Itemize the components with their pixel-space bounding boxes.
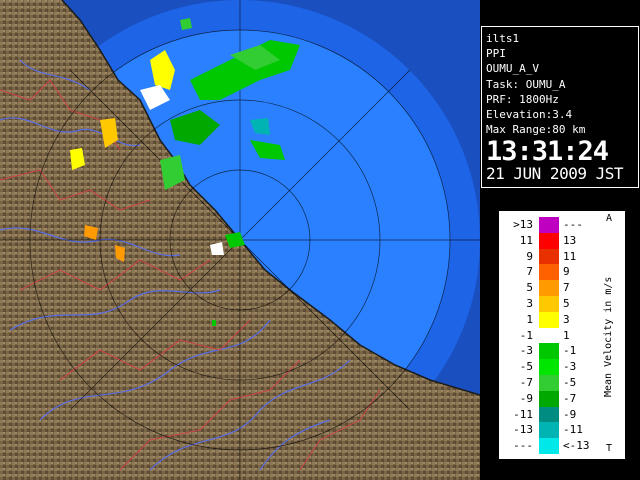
legend-top-mark: A (606, 213, 613, 224)
legend-upper-bound: 7 (563, 281, 570, 295)
legend-swatch (539, 343, 559, 360)
legend-upper-bound: -9 (563, 407, 577, 421)
radar-ppi-map[interactable] (0, 0, 480, 480)
legend-lower-bound: -5 (519, 360, 533, 374)
scan-info-panel: ilts1 PPI OUMU_A_V Task: OUMU_A PRF: 180… (481, 26, 639, 188)
legend-upper-bound: 5 (563, 297, 570, 310)
legend-swatch (539, 296, 559, 312)
legend-swatch (539, 327, 559, 344)
radar-map-canvas (0, 0, 480, 480)
legend-lower-bound: -1 (519, 328, 533, 342)
task-label: Task: OUMU_A (486, 77, 566, 91)
legend-upper-bound: -7 (563, 391, 577, 405)
legend-lower-bound: -9 (519, 391, 533, 405)
max-range-label: Max Range:80 km (486, 123, 586, 137)
legend-swatch (539, 248, 559, 265)
legend-upper-bound: 1 (563, 328, 570, 342)
legend-swatch (539, 280, 559, 296)
scan-time: 13:31:24 (486, 136, 609, 168)
legend-lower-bound: 3 (526, 297, 533, 310)
legend-lower-bound: --- (513, 439, 533, 453)
scan-date: 21 JUN 2009 JST (486, 164, 624, 184)
legend-swatch (539, 217, 559, 233)
velocity-legend: >13 --- 11 13 9 11 7 9 5 7 3 5 1 3 -1 1 -3 -1 -5 -3 -7 -5 -9 -7… (498, 210, 626, 460)
legend-swatch (539, 359, 559, 375)
legend-swatch (539, 406, 559, 423)
legend-upper-bound: 11 (563, 249, 577, 263)
legend-swatch (539, 438, 559, 454)
legend-swatch (539, 264, 559, 281)
legend-bottom-mark: T (606, 443, 613, 454)
host-label: ilts1 (486, 32, 520, 45)
legend-lower-bound: >13 (513, 218, 533, 231)
legend-lower-bound: 11 (519, 233, 533, 247)
legend-upper-bound: 13 (563, 233, 577, 247)
product-label: PPI (486, 47, 506, 61)
legend-upper-bound: -5 (563, 376, 577, 389)
legend-lower-bound: 9 (526, 249, 533, 263)
legend-lower-bound: 1 (526, 312, 533, 326)
prf-label: PRF: 1800Hz (486, 92, 559, 106)
elevation-label: Elevation:3.4 (486, 108, 573, 122)
legend-lower-bound: -11 (513, 407, 533, 421)
legend-upper-bound: <-13 (563, 439, 590, 453)
legend-lower-bound: -7 (519, 376, 533, 389)
legend-upper-bound: -1 (563, 344, 577, 358)
legend-lower-bound: -3 (519, 344, 533, 358)
legend-title: Mean Velocity in m/s (603, 276, 614, 397)
legend-swatch (539, 390, 559, 407)
legend-upper-bound: 3 (563, 312, 570, 326)
legend-lower-bound: 5 (526, 281, 533, 295)
legend-lower-bound: -13 (513, 423, 533, 437)
legend-upper-bound: 9 (563, 265, 570, 279)
legend-lower-bound: 7 (526, 265, 533, 279)
legend-upper-bound: --- (563, 218, 583, 231)
legend-swatch (539, 232, 559, 249)
legend-swatch (539, 375, 559, 391)
scan-name-label: OUMU_A_V (486, 62, 539, 76)
legend-swatch (539, 422, 559, 439)
legend-upper-bound: -3 (563, 360, 577, 374)
legend-swatch (539, 311, 559, 328)
legend-upper-bound: -11 (563, 423, 583, 437)
